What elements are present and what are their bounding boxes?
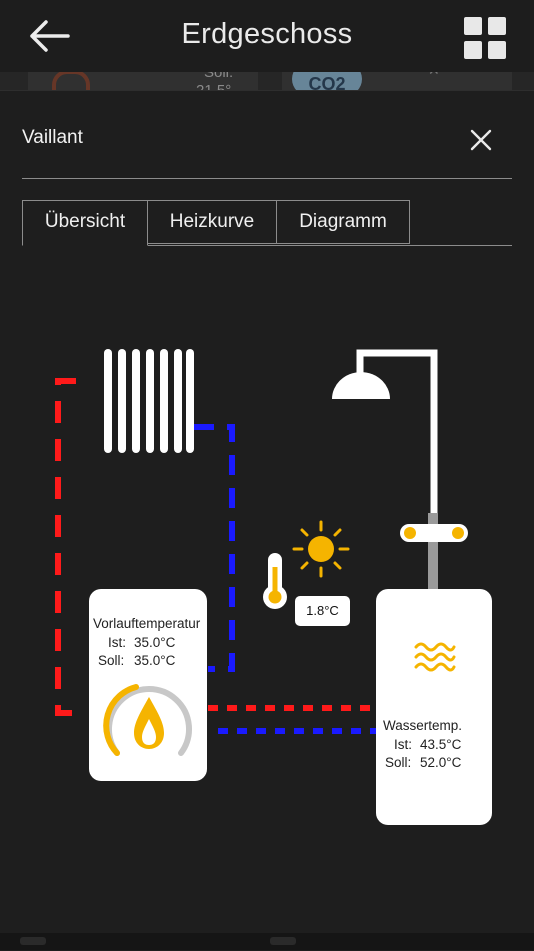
heating-ist-label: Ist:: [108, 635, 127, 650]
bottom-edge: [0, 933, 534, 950]
radiator-icon: [104, 349, 194, 453]
outdoor-temperature-badge: 1.8°C: [295, 596, 350, 626]
return-line: [194, 424, 378, 734]
background-tile: [270, 937, 296, 945]
heating-soll-label: Soll:: [98, 653, 125, 668]
water-title: Wassertemp.: [383, 718, 463, 733]
sun-icon: [292, 520, 350, 578]
heating-ist-value: 35.0°C: [134, 635, 176, 650]
water-ist-label: Ist:: [394, 737, 413, 752]
app-header: Erdgeschoss: [0, 0, 534, 72]
vaillant-dialog: Vaillant Übersicht Heizkurve Diagramm Vo…: [0, 90, 534, 951]
water-soll-label: Soll:: [385, 755, 412, 770]
water-card: [376, 589, 492, 825]
background-tile: [20, 937, 46, 945]
water-ist-value: 43.5°C: [420, 737, 462, 752]
grid-icon[interactable]: [462, 15, 508, 61]
thermometer-icon: [263, 553, 287, 609]
heating-schematic: [55, 349, 492, 825]
water-soll-value: 52.0°C: [420, 755, 462, 770]
heating-soll-value: 35.0°C: [134, 653, 176, 668]
shower-icon: [332, 349, 468, 589]
heating-title: Vorlauftemperatur: [93, 616, 201, 631]
page-title: Erdgeschoss: [181, 18, 353, 50]
